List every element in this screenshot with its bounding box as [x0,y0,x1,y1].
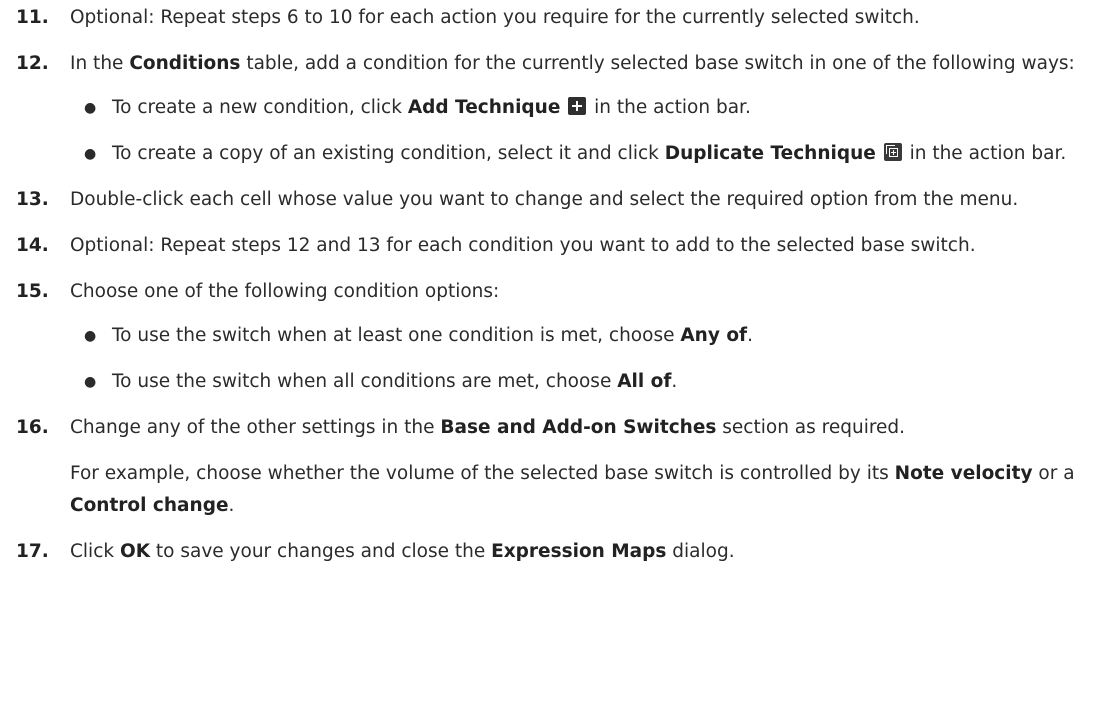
step-number: 11. [16,7,49,28]
step-number: 12. [16,53,49,74]
note-velocity-term: Note velocity [894,463,1033,484]
step-example-text: For example, choose whether the volume o… [70,463,1075,516]
step-17: 17. Click OK to save your changes and cl… [16,536,1076,568]
bullet-icon: ● [84,328,97,344]
bullet-icon: ● [84,146,97,162]
list-item: ● To create a new condition, click Add T… [70,92,1076,124]
add-technique-icon [568,97,587,115]
list-item: ● To create a copy of an existing condit… [70,138,1076,170]
step-16: 16. Change any of the other settings in … [16,412,1076,522]
add-technique-term: Add Technique [407,97,561,118]
step-text: Click OK to save your changes and close … [70,541,735,562]
document-body: 11. Optional: Repeat steps 6 to 10 for e… [0,0,1094,568]
control-change-term: Control change [70,495,229,516]
ok-term: OK [119,541,151,562]
step-text: Double-click each cell whose value you w… [70,189,1019,210]
list-item: ● To use the switch when at least one co… [70,320,1076,352]
any-of-term: Any of [680,325,748,346]
duplicate-technique-icon [883,143,902,161]
step-12: 12. In the Conditions table, add a condi… [16,48,1076,170]
step-number: 14. [16,235,49,256]
bullet-icon: ● [84,374,97,390]
conditions-term: Conditions [129,53,241,74]
step-text: In the Conditions table, add a condition… [70,53,1075,74]
list-item: ● To use the switch when all conditions … [70,366,1076,398]
step-text: Optional: Repeat steps 12 and 13 for eac… [70,235,976,256]
bullet-icon: ● [84,100,97,116]
step-number: 13. [16,189,49,210]
step-text: Choose one of the following condition op… [70,281,500,302]
step-15: 15. Choose one of the following conditio… [16,276,1076,398]
step-text: Change any of the other settings in the … [70,417,906,438]
step-14: 14. Optional: Repeat steps 12 and 13 for… [16,230,1076,262]
step-number: 17. [16,541,49,562]
bullet-list: ● To create a new condition, click Add T… [70,92,1076,170]
step-text: Optional: Repeat steps 6 to 10 for each … [70,7,920,28]
step-13: 13. Double-click each cell whose value y… [16,184,1076,216]
duplicate-technique-term: Duplicate Technique [664,143,876,164]
all-of-term: All of [617,371,672,392]
base-addon-switches-term: Base and Add-on Switches [440,417,717,438]
step-number: 15. [16,281,49,302]
bullet-list: ● To use the switch when at least one co… [70,320,1076,398]
step-11: 11. Optional: Repeat steps 6 to 10 for e… [16,2,1076,34]
step-number: 16. [16,417,49,438]
expression-maps-term: Expression Maps [491,541,667,562]
